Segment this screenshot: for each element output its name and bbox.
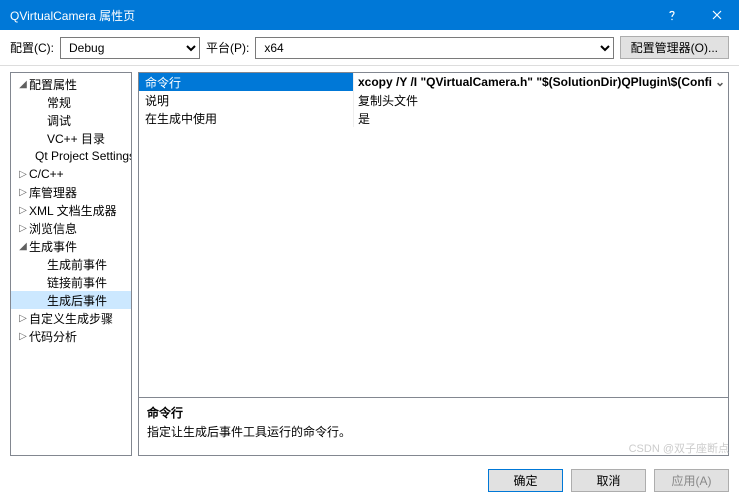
- property-panel: 命令行xcopy /Y /I "QVirtualCamera.h" "$(Sol…: [138, 72, 729, 456]
- property-name: 命令行: [139, 73, 354, 91]
- chevron-right-icon: ▷: [17, 223, 29, 234]
- toolbar: 配置(C): Debug 平台(P): x64 配置管理器(O)...: [0, 30, 739, 66]
- chevron-right-icon: ▷: [17, 187, 29, 198]
- tree-item-label: 链接前事件: [47, 274, 107, 291]
- description-text: 指定让生成后事件工具运行的命令行。: [147, 423, 720, 440]
- property-value[interactable]: xcopy /Y /I "QVirtualCamera.h" "$(Soluti…: [354, 73, 728, 91]
- dropdown-icon[interactable]: ⌄: [712, 75, 728, 89]
- property-name: 说明: [139, 91, 354, 109]
- config-label: 配置(C):: [10, 39, 54, 56]
- tree-item[interactable]: ▷自定义生成步骤: [11, 309, 131, 327]
- tree-item-label: C/C++: [29, 167, 64, 181]
- footer: 确定 取消 应用(A): [0, 460, 739, 500]
- description-panel: 命令行 指定让生成后事件工具运行的命令行。: [139, 397, 728, 455]
- property-name: 在生成中使用: [139, 109, 354, 127]
- description-title: 命令行: [147, 404, 720, 421]
- tree-view[interactable]: ◢配置属性 常规调试VC++ 目录Qt Project Settings▷C/C…: [10, 72, 132, 456]
- window-title: QVirtualCamera 属性页: [10, 7, 649, 24]
- tree-item[interactable]: Qt Project Settings: [11, 147, 131, 165]
- chevron-right-icon: ▷: [17, 205, 29, 216]
- property-row[interactable]: 说明复制头文件: [139, 91, 728, 109]
- tree-item-label: 浏览信息: [29, 220, 77, 237]
- property-grid[interactable]: 命令行xcopy /Y /I "QVirtualCamera.h" "$(Sol…: [139, 73, 728, 397]
- tree-root[interactable]: ◢配置属性: [11, 75, 131, 93]
- tree-item-label: 自定义生成步骤: [29, 310, 113, 327]
- tree-item[interactable]: 生成前事件: [11, 255, 131, 273]
- config-manager-button[interactable]: 配置管理器(O)...: [620, 36, 729, 59]
- help-button[interactable]: [649, 0, 694, 30]
- tree-item-label: 代码分析: [29, 328, 77, 345]
- platform-label: 平台(P):: [206, 39, 249, 56]
- tree-item[interactable]: 链接前事件: [11, 273, 131, 291]
- tree-item[interactable]: ▷浏览信息: [11, 219, 131, 237]
- titlebar: QVirtualCamera 属性页: [0, 0, 739, 30]
- tree-item[interactable]: ◢生成事件: [11, 237, 131, 255]
- main-area: ◢配置属性 常规调试VC++ 目录Qt Project Settings▷C/C…: [0, 66, 739, 460]
- tree-item[interactable]: 调试: [11, 111, 131, 129]
- tree-item[interactable]: 生成后事件: [11, 291, 131, 309]
- tree-item[interactable]: ▷C/C++: [11, 165, 131, 183]
- close-button[interactable]: [694, 0, 739, 30]
- chevron-right-icon: ▷: [17, 169, 29, 180]
- tree-item-label: 调试: [47, 112, 71, 129]
- chevron-down-icon: ◢: [17, 79, 29, 90]
- cancel-button[interactable]: 取消: [571, 469, 646, 492]
- tree-item[interactable]: ▷库管理器: [11, 183, 131, 201]
- tree-item-label: 生成前事件: [47, 256, 107, 273]
- tree-item-label: XML 文档生成器: [29, 202, 117, 219]
- apply-button[interactable]: 应用(A): [654, 469, 729, 492]
- property-row[interactable]: 在生成中使用是: [139, 109, 728, 127]
- chevron-right-icon: ▷: [17, 331, 29, 342]
- chevron-right-icon: ▷: [17, 313, 29, 324]
- tree-item[interactable]: ▷代码分析: [11, 327, 131, 345]
- tree-item-label: 生成后事件: [47, 292, 107, 309]
- config-select[interactable]: Debug: [60, 37, 200, 59]
- tree-item[interactable]: 常规: [11, 93, 131, 111]
- tree-item-label: Qt Project Settings: [35, 149, 132, 163]
- tree-item-label: 库管理器: [29, 184, 77, 201]
- tree-item[interactable]: VC++ 目录: [11, 129, 131, 147]
- tree-item-label: 常规: [47, 94, 71, 111]
- tree-item-label: 生成事件: [29, 238, 77, 255]
- ok-button[interactable]: 确定: [488, 469, 563, 492]
- property-row[interactable]: 命令行xcopy /Y /I "QVirtualCamera.h" "$(Sol…: [139, 73, 728, 91]
- chevron-down-icon: ◢: [17, 241, 29, 252]
- property-value[interactable]: 是: [354, 109, 728, 127]
- tree-item-label: VC++ 目录: [47, 130, 105, 147]
- property-value[interactable]: 复制头文件: [354, 91, 728, 109]
- platform-select[interactable]: x64: [255, 37, 613, 59]
- tree-item[interactable]: ▷XML 文档生成器: [11, 201, 131, 219]
